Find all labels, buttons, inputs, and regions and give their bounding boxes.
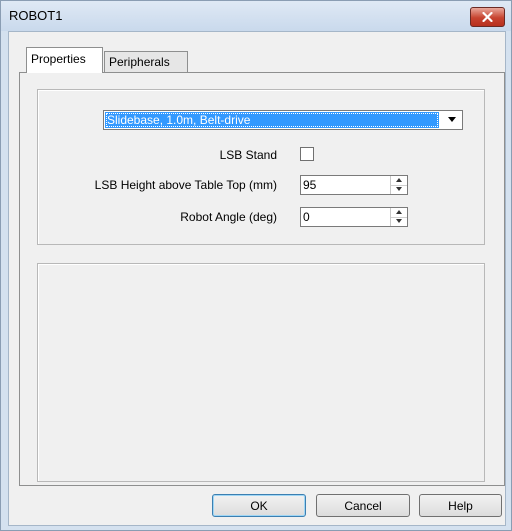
robot-angle-input[interactable]: 0 xyxy=(303,208,383,226)
lsb-stand-checkbox[interactable] xyxy=(300,147,314,161)
spin-down-icon xyxy=(396,187,402,191)
lsb-height-label: LSB Height above Table Top (mm) xyxy=(94,178,277,192)
close-button[interactable] xyxy=(470,7,505,27)
robot-angle-label: Robot Angle (deg) xyxy=(180,210,277,224)
help-button[interactable]: Help xyxy=(419,494,502,517)
tab-properties[interactable]: Properties xyxy=(26,47,103,73)
lsb-height-stepper[interactable]: 95 xyxy=(300,175,408,195)
dropdown-button[interactable] xyxy=(443,112,461,128)
dialog-client-area: Properties Peripherals Slidebase, 1.0m, … xyxy=(8,31,506,526)
dialog-window: ROBOT1 Properties Peripherals Slidebase,… xyxy=(0,0,512,531)
spin-up-icon xyxy=(396,178,402,182)
window-title: ROBOT1 xyxy=(9,8,63,23)
cancel-button[interactable]: Cancel xyxy=(316,494,410,517)
robot-angle-stepper[interactable]: 0 xyxy=(300,207,408,227)
chevron-down-icon xyxy=(448,117,456,122)
lsb-height-spin-buttons xyxy=(390,176,407,194)
robot-angle-decrement-button[interactable] xyxy=(391,217,407,226)
robot-settings-group: Slidebase, 1.0m, Belt-drive LSB Stand LS… xyxy=(37,89,485,245)
base-type-selected-value: Slidebase, 1.0m, Belt-drive xyxy=(105,112,439,128)
title-bar[interactable]: ROBOT1 xyxy=(1,1,511,31)
properties-panel: Slidebase, 1.0m, Belt-drive LSB Stand LS… xyxy=(19,72,505,486)
close-icon xyxy=(482,12,493,22)
tab-properties-label: Properties xyxy=(31,52,86,66)
robot-angle-spin-buttons xyxy=(390,208,407,226)
spin-up-icon xyxy=(396,210,402,214)
ok-button[interactable]: OK xyxy=(212,494,306,517)
lsb-stand-label: LSB Stand xyxy=(219,148,277,162)
tab-peripherals-label: Peripherals xyxy=(109,55,170,69)
base-type-dropdown[interactable]: Slidebase, 1.0m, Belt-drive xyxy=(103,110,463,130)
lsb-height-input[interactable]: 95 xyxy=(303,176,383,194)
tab-peripherals[interactable]: Peripherals xyxy=(104,51,188,73)
details-group-empty xyxy=(37,263,485,482)
spin-down-icon xyxy=(396,219,402,223)
lsb-height-decrement-button[interactable] xyxy=(391,185,407,194)
